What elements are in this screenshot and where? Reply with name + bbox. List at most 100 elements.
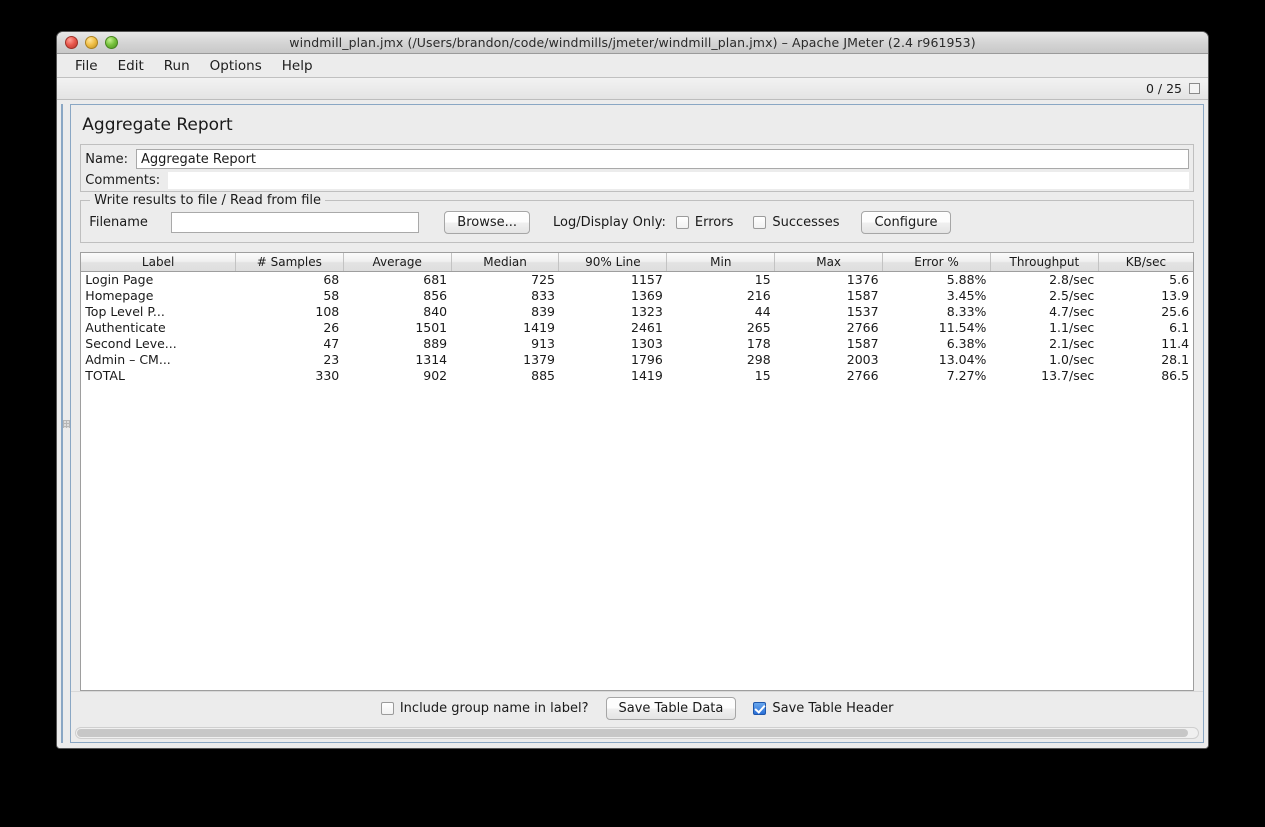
- table-cell-label: Second Leve...: [81, 335, 235, 351]
- tree-item-top-level-pages[interactable]: Top Level Pages: [62, 352, 63, 371]
- table-cell: 1419: [451, 319, 559, 335]
- table-column-header[interactable]: Max: [775, 253, 883, 271]
- table-cell: 1376: [775, 271, 883, 287]
- menu-options[interactable]: Options: [200, 56, 272, 76]
- table-row[interactable]: Homepage58856833136921615873.45%2.5/sec1…: [81, 287, 1193, 303]
- table-cell: 15: [667, 367, 775, 383]
- table-cell: 1.0/sec: [990, 351, 1098, 367]
- table-row[interactable]: TOTAL33090288514191527667.27%13.7/sec86.…: [81, 367, 1193, 383]
- aggregate-table-wrapper: Label# SamplesAverageMedian90% LineMinMa…: [80, 252, 1194, 691]
- tree-item-http-cookie-manager[interactable]: HTTP Cookie Manager: [62, 200, 63, 219]
- table-cell: 13.04%: [883, 351, 991, 367]
- tree-item-aggregate-report[interactable]: Aggregate Report: [62, 124, 63, 143]
- comments-input[interactable]: [168, 172, 1189, 189]
- table-row[interactable]: Login Page6868172511571513765.88%2.8/sec…: [81, 271, 1193, 287]
- save-table-data-button[interactable]: Save Table Data: [606, 697, 737, 720]
- window-title: windmill_plan.jmx (/Users/brandon/code/w…: [57, 35, 1208, 50]
- name-row: Name: Aggregate Report: [85, 148, 1189, 170]
- table-cell: 13.7/sec: [990, 367, 1098, 383]
- aggregate-table[interactable]: Label# SamplesAverageMedian90% LineMinMa…: [81, 253, 1193, 383]
- table-row[interactable]: Second Leve...47889913130317815876.38%2.…: [81, 335, 1193, 351]
- table-cell: 11.54%: [883, 319, 991, 335]
- tree-item-admin-cms-page[interactable]: Admin – CMS Page: [62, 295, 63, 314]
- tree-item-http-authorization-manager[interactable]: HTTP Authorization Manager: [62, 162, 63, 181]
- name-input[interactable]: Aggregate Report: [136, 149, 1189, 169]
- tree-item-workbench[interactable]: WorkBench: [62, 390, 63, 409]
- table-cell: 2766: [775, 319, 883, 335]
- table-cell: 1501: [343, 319, 451, 335]
- tree-item-loop-controller[interactable]: ▼Loop Controller: [62, 333, 63, 352]
- table-cell: 840: [343, 303, 451, 319]
- write-results-legend: Write results to file / Read from file: [90, 193, 325, 208]
- save-table-header-wrap[interactable]: Save Table Header: [753, 701, 893, 716]
- run-counter: 0 / 25: [1146, 81, 1182, 96]
- page-title: Aggregate Report: [82, 115, 1194, 135]
- scrollbar-thumb[interactable]: [77, 729, 1188, 737]
- menu-help[interactable]: Help: [272, 56, 323, 76]
- tree-item-homepage[interactable]: Homepage: [62, 314, 63, 333]
- table-column-header[interactable]: 90% Line: [559, 253, 667, 271]
- table-cell: 44: [667, 303, 775, 319]
- table-cell: 889: [343, 335, 451, 351]
- window-controls: [65, 36, 118, 49]
- name-comments-box: Name: Aggregate Report Comments:: [80, 144, 1194, 192]
- tree-item-test-plan[interactable]: ▼Test Plan: [62, 105, 63, 124]
- table-body: Login Page6868172511571513765.88%2.8/sec…: [81, 271, 1193, 383]
- table-cell: 1587: [775, 287, 883, 303]
- table-column-header[interactable]: Throughput: [990, 253, 1098, 271]
- table-column-header[interactable]: Label: [81, 253, 235, 271]
- table-cell: 23: [235, 351, 343, 367]
- filename-input[interactable]: [171, 212, 419, 233]
- table-cell: 5.88%: [883, 271, 991, 287]
- table-cell: 1587: [775, 335, 883, 351]
- successes-checkbox[interactable]: [753, 216, 766, 229]
- scrollbar-track[interactable]: [75, 727, 1199, 739]
- table-cell: 2003: [775, 351, 883, 367]
- successes-checkbox-wrap[interactable]: Successes: [753, 215, 839, 230]
- close-button[interactable]: [65, 36, 78, 49]
- table-column-header[interactable]: Min: [667, 253, 775, 271]
- table-cell: 5.6: [1098, 271, 1193, 287]
- table-cell: 2.8/sec: [990, 271, 1098, 287]
- table-cell: 47: [235, 335, 343, 351]
- browse-button[interactable]: Browse...: [444, 211, 530, 234]
- tree-item-view-results-tree[interactable]: View Results Tree: [62, 143, 63, 162]
- horizontal-scrollbar[interactable]: [71, 725, 1203, 742]
- errors-checkbox-wrap[interactable]: Errors: [676, 215, 733, 230]
- table-row[interactable]: Authenticate26150114192461265276611.54%1…: [81, 319, 1193, 335]
- split-divider[interactable]: [63, 104, 70, 743]
- tree-item-throughput-controller[interactable]: ▼Throughput Controller: [62, 257, 63, 276]
- menu-run[interactable]: Run: [154, 56, 200, 76]
- minimize-button[interactable]: [85, 36, 98, 49]
- table-column-header[interactable]: Error %: [883, 253, 991, 271]
- include-group-name-checkbox[interactable]: [381, 702, 394, 715]
- table-column-header[interactable]: # Samples: [235, 253, 343, 271]
- table-cell: 6.38%: [883, 335, 991, 351]
- name-label: Name:: [85, 152, 128, 167]
- menu-file[interactable]: File: [65, 56, 108, 76]
- tree-item-thread-group[interactable]: ▼Thread Group: [62, 219, 63, 238]
- table-cell: 7.27%: [883, 367, 991, 383]
- table-row[interactable]: Top Level P...10884083913234415378.33%4.…: [81, 303, 1193, 319]
- zoom-button[interactable]: [105, 36, 118, 49]
- table-cell-label: Top Level P...: [81, 303, 235, 319]
- include-group-name-wrap[interactable]: Include group name in label?: [381, 701, 589, 716]
- test-plan-tree[interactable]: ▼Test PlanAggregate ReportView Results T…: [61, 104, 63, 743]
- comments-label: Comments:: [85, 173, 160, 188]
- save-table-header-checkbox[interactable]: [753, 702, 766, 715]
- tree-item-http-request-defaults[interactable]: HTTP Request Defaults: [62, 181, 63, 200]
- tree-item-second-level-pages[interactable]: Second Level Pages: [62, 371, 63, 390]
- errors-checkbox[interactable]: [676, 216, 689, 229]
- menu-edit[interactable]: Edit: [108, 56, 154, 76]
- table-cell: 1796: [559, 351, 667, 367]
- table-column-header[interactable]: KB/sec: [1098, 253, 1193, 271]
- table-cell: 1323: [559, 303, 667, 319]
- tree-item-authenticate[interactable]: Authenticate: [62, 276, 63, 295]
- table-row[interactable]: Admin – CM...23131413791796298200313.04%…: [81, 351, 1193, 367]
- table-column-header[interactable]: Median: [451, 253, 559, 271]
- table-column-header[interactable]: Average: [343, 253, 451, 271]
- main-split: ▼Test PlanAggregate ReportView Results T…: [57, 100, 1208, 748]
- configure-button[interactable]: Configure: [861, 211, 950, 234]
- tree-item-login-page[interactable]: Login Page: [62, 238, 63, 257]
- table-cell: 4.7/sec: [990, 303, 1098, 319]
